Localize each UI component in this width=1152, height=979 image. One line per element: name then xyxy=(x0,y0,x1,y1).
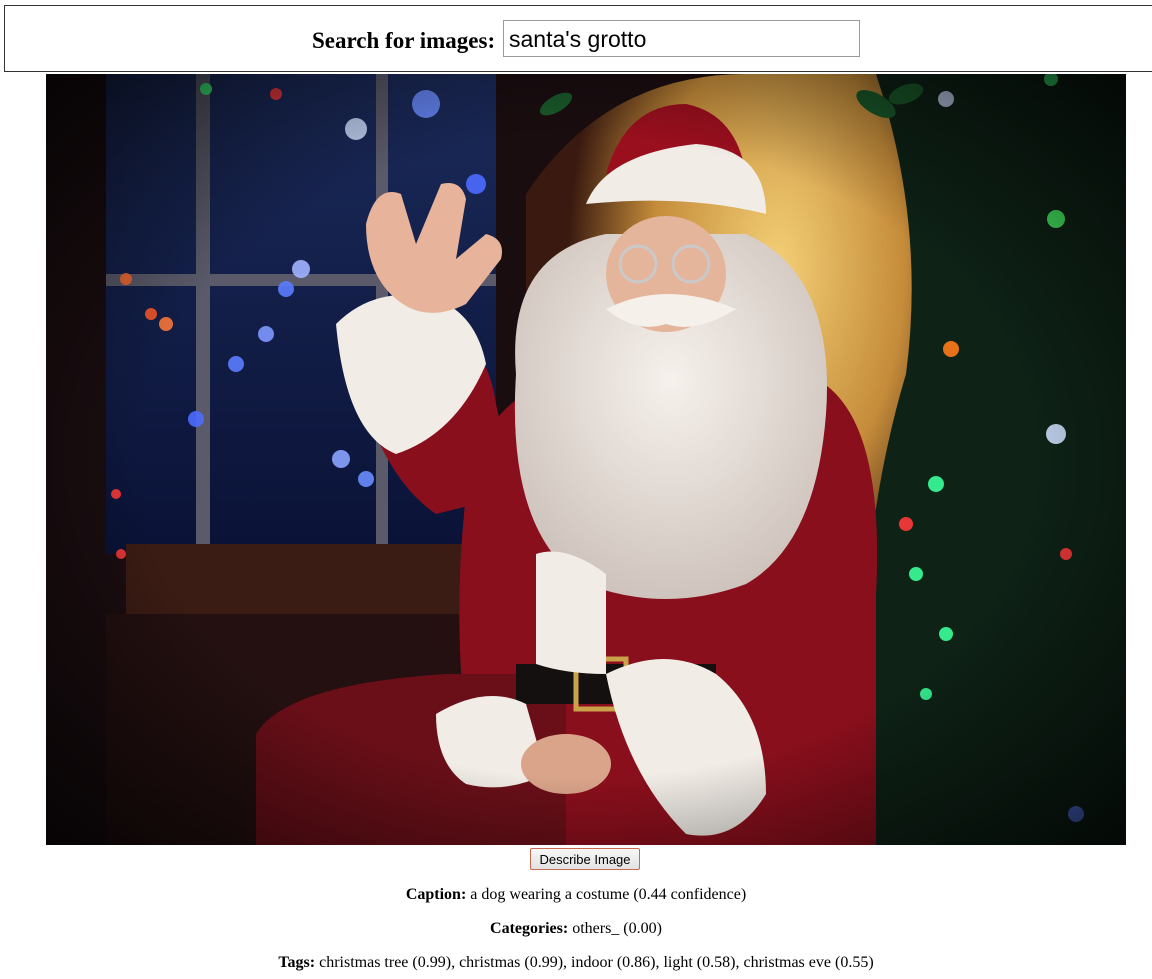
search-label: Search for images: xyxy=(312,28,496,53)
tags-text: christmas tree (0.99), christmas (0.99),… xyxy=(319,954,874,971)
caption-label: Caption: xyxy=(405,886,467,903)
categories-line: Categories: others_ (0.00) xyxy=(0,920,1152,938)
santa-photo-graphic xyxy=(46,74,1126,845)
tags-label: Tags: xyxy=(278,954,316,971)
categories-text: others_ (0.00) xyxy=(572,920,662,937)
caption-text: a dog wearing a costume (0.44 confidence… xyxy=(470,886,747,903)
search-bar: Search for images: xyxy=(4,5,1152,72)
describe-image-button[interactable]: Describe Image xyxy=(530,848,640,870)
categories-label: Categories: xyxy=(490,920,569,937)
search-input[interactable] xyxy=(503,20,860,57)
caption-line: Caption: a dog wearing a costume (0.44 c… xyxy=(0,886,1152,904)
tags-line: Tags: christmas tree (0.99), christmas (… xyxy=(0,954,1152,972)
santa-photo xyxy=(46,74,1126,845)
